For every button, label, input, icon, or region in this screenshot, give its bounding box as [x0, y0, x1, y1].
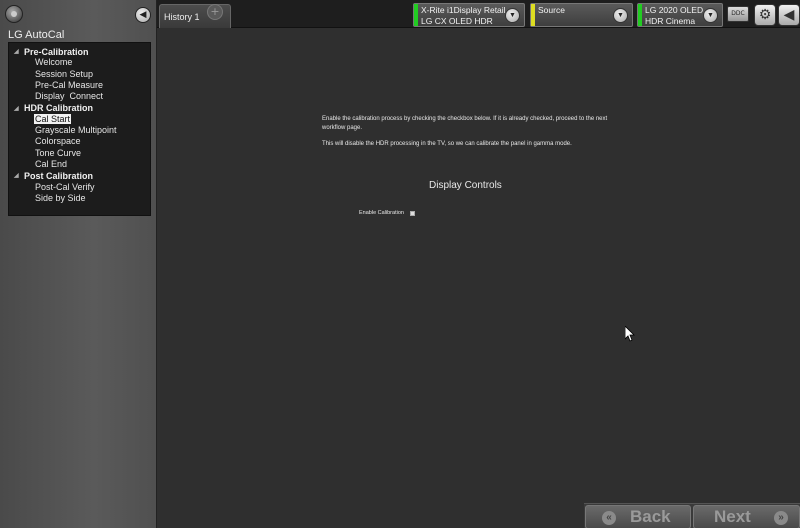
tree-group-label: Post Calibration — [24, 170, 94, 181]
enable-calibration-label: Enable Calibration — [359, 210, 404, 216]
tree-item-label: Cal End — [35, 158, 68, 169]
expand-arrow-icon[interactable]: ◢ — [14, 105, 24, 112]
tree-item[interactable]: Colorspace — [9, 136, 150, 147]
next-label: Next — [714, 507, 751, 526]
tree-item[interactable]: Grayscale Multipoint — [9, 125, 150, 136]
section-title: Display Controls — [429, 180, 502, 191]
tree-group-label: HDR Calibration — [24, 103, 94, 114]
main-content: Enable the calibration process by checki… — [157, 28, 800, 528]
back-chevron-icon: « — [602, 511, 616, 525]
display-dropdown-icon[interactable]: ▼ — [703, 8, 718, 23]
tree-item-label: Pre-Cal Measure — [35, 79, 104, 90]
instructions: Enable the calibration process by checki… — [322, 115, 612, 157]
sidebar: ◀ LG AutoCal ◢ Pre-Calibration Welcome Sess… — [0, 0, 157, 528]
tree-item[interactable]: Display Connect — [9, 91, 150, 102]
collapse-sidebar-button[interactable]: ◀ — [135, 7, 151, 23]
tab-label: History 1 — [164, 12, 200, 22]
navigation-bar: « Back Next » — [584, 503, 800, 528]
tree-item-label: Tone Curve — [35, 147, 82, 158]
next-chevron-icon: » — [774, 511, 788, 525]
back-button[interactable]: « Back — [585, 505, 691, 528]
instruction-paragraph-2: This will disable the HDR processing in … — [322, 141, 572, 147]
top-bar: History 1 + X-Rite i1Display Retail LG C… — [157, 0, 800, 28]
tree-item[interactable]: Cal End — [9, 159, 150, 170]
display-selector[interactable]: LG 2020 OLED HDR Cinema ▼ — [637, 3, 723, 27]
back-label: Back — [630, 507, 671, 526]
tree-item-label: Side by Side — [35, 192, 86, 203]
expand-arrow-icon[interactable]: ◢ — [14, 48, 24, 55]
meter-selector[interactable]: X-Rite i1Display Retail LG CX OLED HDR ▼ — [413, 3, 525, 27]
tree-item-label: Display Connect — [35, 91, 104, 102]
instruction-paragraph-1: Enable the calibration process by checki… — [322, 116, 608, 131]
next-button[interactable]: Next » — [693, 505, 800, 528]
add-tab-button[interactable]: + — [207, 4, 223, 20]
source-selector[interactable]: Source ▼ — [530, 3, 633, 27]
app-menu-button[interactable] — [5, 5, 23, 23]
tree-item-label: Cal Start — [34, 113, 72, 124]
tree-item-label: Welcome — [35, 57, 73, 68]
app-title: LG AutoCal — [8, 29, 65, 41]
meter-status-stripe — [414, 4, 418, 26]
tree-item[interactable]: Tone Curve — [9, 148, 150, 159]
meter-dropdown-icon[interactable]: ▼ — [505, 8, 520, 23]
ddc-button[interactable]: DDC — [727, 6, 749, 22]
display-status-stripe — [638, 4, 642, 26]
tree-item[interactable]: Session Setup — [9, 69, 150, 80]
sidebar-header: ◀ — [0, 0, 157, 28]
tree-group[interactable]: ◢ HDR Calibration — [9, 102, 150, 113]
tree-group-label: Pre-Calibration — [24, 46, 89, 57]
tree-item-label: Session Setup — [35, 68, 94, 79]
settings-gear-icon[interactable]: ⚙ — [754, 4, 776, 26]
tree-item-label: Grayscale Multipoint — [35, 125, 117, 136]
tree-group[interactable]: ◢ Post Calibration — [9, 170, 150, 181]
tree-item[interactable]: Side by Side — [9, 193, 150, 204]
tree-group[interactable]: ◢ Pre-Calibration — [9, 46, 150, 57]
tree-item[interactable]: Post-Cal Verify — [9, 182, 150, 193]
source-dropdown-icon[interactable]: ▼ — [613, 8, 628, 23]
collapse-right-icon[interactable]: ◀ — [778, 4, 800, 26]
tree-item[interactable]: Pre-Cal Measure — [9, 80, 150, 91]
enable-calibration-checkbox[interactable] — [410, 211, 415, 216]
source-status-stripe — [531, 4, 535, 26]
tree-item-label: Colorspace — [35, 136, 81, 147]
tree-item[interactable]: Cal Start — [9, 113, 150, 125]
workflow-tree: ◢ Pre-Calibration Welcome Session Setup Pre-… — [8, 42, 151, 216]
expand-arrow-icon[interactable]: ◢ — [14, 172, 24, 179]
tree-item[interactable]: Welcome — [9, 57, 150, 68]
tree-item-label: Post-Cal Verify — [35, 181, 95, 192]
app-window: ◀ LG AutoCal ◢ Pre-Calibration Welcome Sess… — [0, 0, 800, 528]
